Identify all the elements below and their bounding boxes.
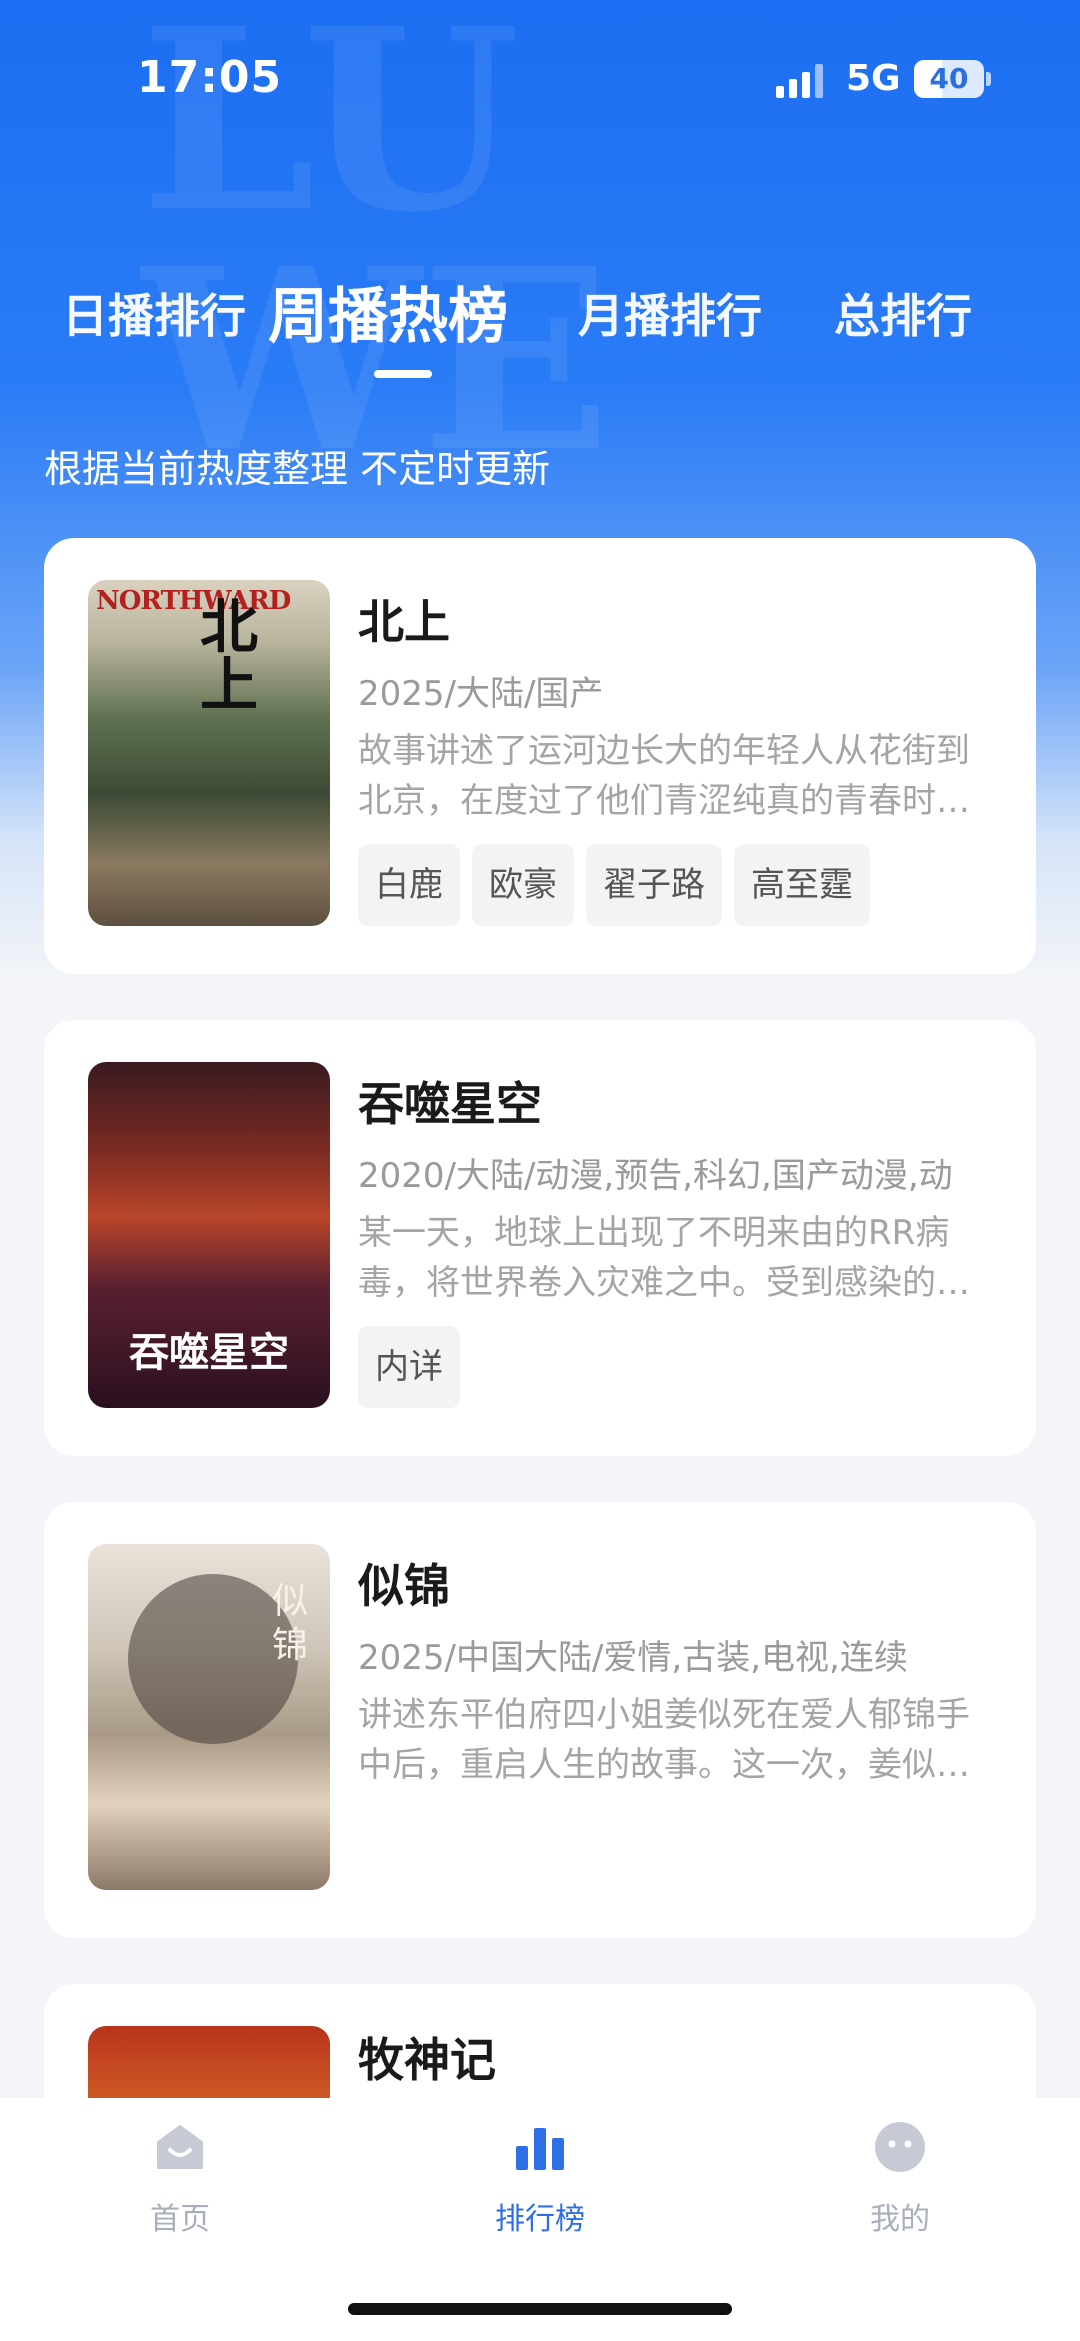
battery-level: 40 <box>929 62 969 95</box>
battery-nub <box>986 72 991 86</box>
nav-ranking-label: 排行榜 <box>495 2202 585 2237</box>
active-tab-indicator <box>374 370 432 378</box>
list-item[interactable]: 似锦 似锦 2025/中国大陆/爱情,古装,电视,连续 讲述东平伯府四小姐姜似死… <box>44 1502 1036 1938</box>
item-meta: 2025/大陆/国产 <box>358 674 604 714</box>
cast-tag[interactable]: 白鹿 <box>358 844 460 926</box>
tab-daily[interactable]: 日播排行 <box>62 280 246 346</box>
poster-image[interactable]: 吞噬星空 <box>88 1062 330 1408</box>
home-icon <box>157 2125 203 2169</box>
status-bar: 17:05 5G 40 <box>0 0 1080 150</box>
poster-caption: NORTHWARD <box>96 586 291 616</box>
list-item[interactable]: NORTHWARD 北上 北上 2025/大陆/国产 故事讲述了运河边长大的年轻… <box>44 538 1036 974</box>
tab-total[interactable]: 总排行 <box>834 280 972 346</box>
list-item[interactable]: 牧神记 <box>44 1984 1036 2098</box>
item-title[interactable]: 北上 <box>358 586 450 652</box>
poster-image[interactable]: 似锦 <box>88 1544 330 1890</box>
profile-icon <box>875 2122 925 2172</box>
nav-ranking[interactable]: 排行榜 <box>440 2098 640 2258</box>
list-item[interactable]: 吞噬星空 吞噬星空 2020/大陆/动漫,预告,科幻,国产动漫,动 某一天，地球… <box>44 1020 1036 1456</box>
battery-icon: 40 <box>914 60 984 98</box>
ranking-icon <box>516 2128 564 2170</box>
signal-icon <box>776 64 824 98</box>
ranking-tabs: 日播排行 周播热榜 月播排行 总排行 <box>0 260 1080 400</box>
poster-image[interactable]: NORTHWARD 北上 <box>88 580 330 926</box>
cast-tag[interactable]: 翟子路 <box>586 844 722 926</box>
nav-profile[interactable]: 我的 <box>800 2098 1000 2258</box>
ranking-list[interactable]: NORTHWARD 北上 北上 2025/大陆/国产 故事讲述了运河边长大的年轻… <box>0 538 1080 2098</box>
item-description: 讲述东平伯府四小姐姜似死在爱人郁锦手中后，重启人生的故事。这一次，姜似… <box>358 1695 970 1785</box>
item-title[interactable]: 似锦 <box>358 1550 450 1616</box>
item-title[interactable]: 牧神记 <box>358 2024 496 2090</box>
cast-tag[interactable]: 内详 <box>358 1326 460 1408</box>
poster-image[interactable] <box>88 2026 330 2098</box>
item-description: 某一天，地球上出现了不明来由的RR病毒，将世界卷入灾难之中。受到感染的… <box>358 1213 970 1303</box>
network-type: 5G <box>846 58 901 99</box>
item-description: 故事讲述了运河边长大的年轻人从花街到北京，在度过了他们青涩纯真的青春时… <box>358 731 970 821</box>
home-indicator <box>348 2303 732 2315</box>
cast-tag[interactable]: 高至霆 <box>734 844 870 926</box>
tab-monthly[interactable]: 月播排行 <box>578 280 762 346</box>
status-time: 17:05 <box>137 52 283 103</box>
poster-title-art: 北上 <box>200 593 259 719</box>
item-meta: 2020/大陆/动漫,预告,科幻,国产动漫,动 <box>358 1156 953 1196</box>
item-title[interactable]: 吞噬星空 <box>358 1068 542 1134</box>
ranking-subtitle: 根据当前热度整理 不定时更新 <box>44 447 551 491</box>
cast-tags: 白鹿 欧豪 翟子路 高至霆 <box>358 844 882 926</box>
item-meta: 2025/中国大陆/爱情,古装,电视,连续 <box>358 1638 908 1678</box>
poster-caption: 吞噬星空 <box>129 1329 289 1376</box>
poster-caption: 似锦 <box>272 1581 309 1666</box>
tab-weekly[interactable]: 周播热榜 <box>268 268 508 355</box>
cast-tag[interactable]: 欧豪 <box>472 844 574 926</box>
nav-profile-label: 我的 <box>870 2202 930 2237</box>
nav-home[interactable]: 首页 <box>80 2098 280 2258</box>
nav-home-label: 首页 <box>150 2202 210 2237</box>
cast-tags: 内详 <box>358 1326 472 1408</box>
